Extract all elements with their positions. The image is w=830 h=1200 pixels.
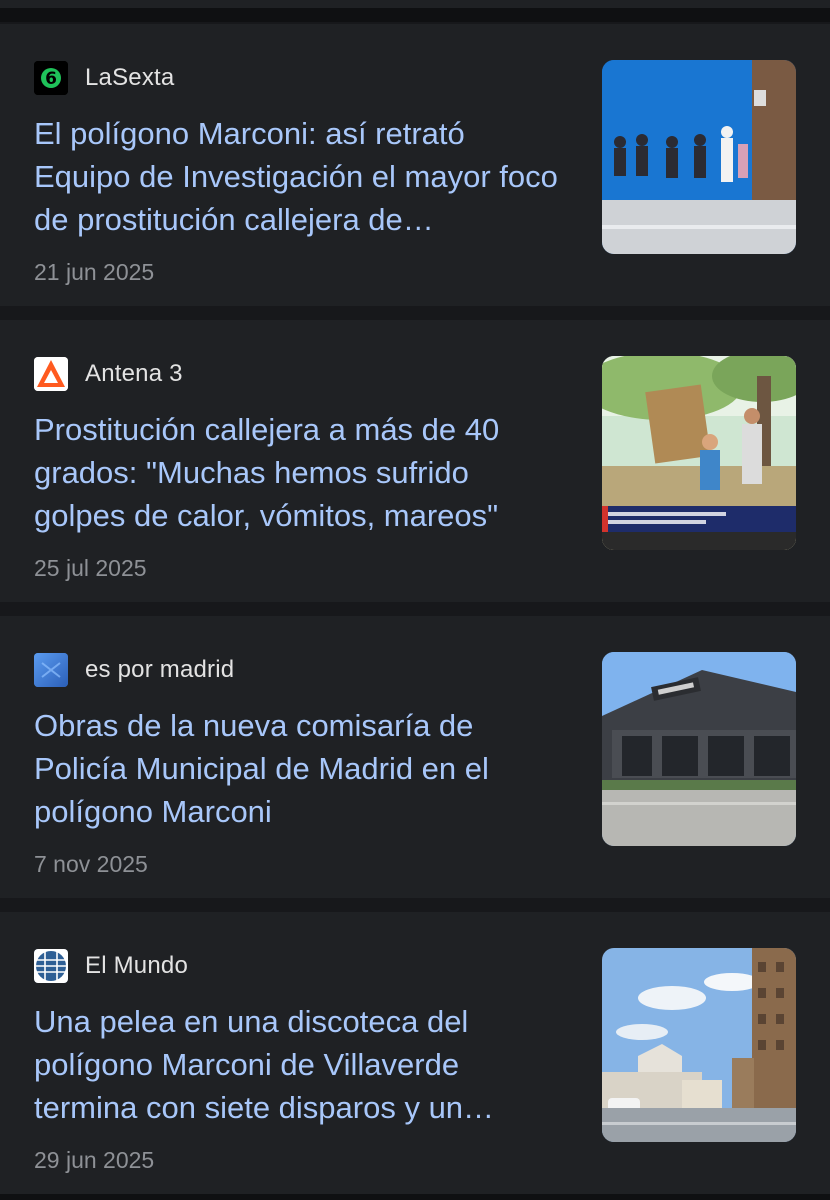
publisher-name: LaSexta	[85, 64, 175, 91]
publisher-row: Antena 3	[34, 356, 183, 392]
publisher-name: es por madrid	[85, 656, 235, 683]
antena3-logo-icon	[34, 357, 68, 391]
publisher-row: es por madrid	[34, 652, 234, 688]
article-date: 7 nov 2025	[34, 851, 148, 877]
publisher-row: 6 LaSexta	[34, 60, 174, 96]
lasexta-logo-icon: 6	[34, 61, 68, 95]
article-thumbnail[interactable]	[602, 948, 796, 1142]
news-card[interactable]: Antena 3 Prostitución callejera a más de…	[0, 320, 830, 602]
article-headline[interactable]: Una pelea en una discoteca del polígono …	[34, 1000, 564, 1129]
article-headline[interactable]: El polígono Marconi: así retrató Equipo …	[34, 112, 564, 241]
feed-bottom-divider	[0, 1194, 830, 1200]
article-date: 25 jul 2025	[34, 555, 147, 581]
article-date: 29 jun 2025	[34, 1147, 155, 1173]
svg-text:6: 6	[45, 69, 57, 89]
article-thumbnail[interactable]	[602, 652, 796, 846]
article-thumbnail[interactable]	[602, 356, 796, 550]
news-feed: 6 LaSexta El polígono Marconi: así retra…	[0, 0, 830, 1200]
news-card[interactable]: es por madrid Obras de la nueva comisarí…	[0, 616, 830, 898]
elmundo-logo-icon	[34, 949, 68, 983]
previous-card-edge[interactable]	[0, 0, 830, 8]
news-card[interactable]: El Mundo Una pelea en una discoteca del …	[0, 912, 830, 1194]
article-headline[interactable]: Prostitución callejera a más de 40 grado…	[34, 408, 564, 537]
publisher-name: El Mundo	[85, 952, 188, 979]
publisher-row: El Mundo	[34, 948, 188, 984]
publisher-name: Antena 3	[85, 360, 183, 387]
article-date: 21 jun 2025	[34, 259, 155, 285]
news-card[interactable]: 6 LaSexta El polígono Marconi: así retra…	[0, 24, 830, 306]
article-thumbnail[interactable]	[602, 60, 796, 254]
esmadrid-logo-icon	[34, 653, 68, 687]
article-headline[interactable]: Obras de la nueva comisaría de Policía M…	[34, 704, 564, 833]
